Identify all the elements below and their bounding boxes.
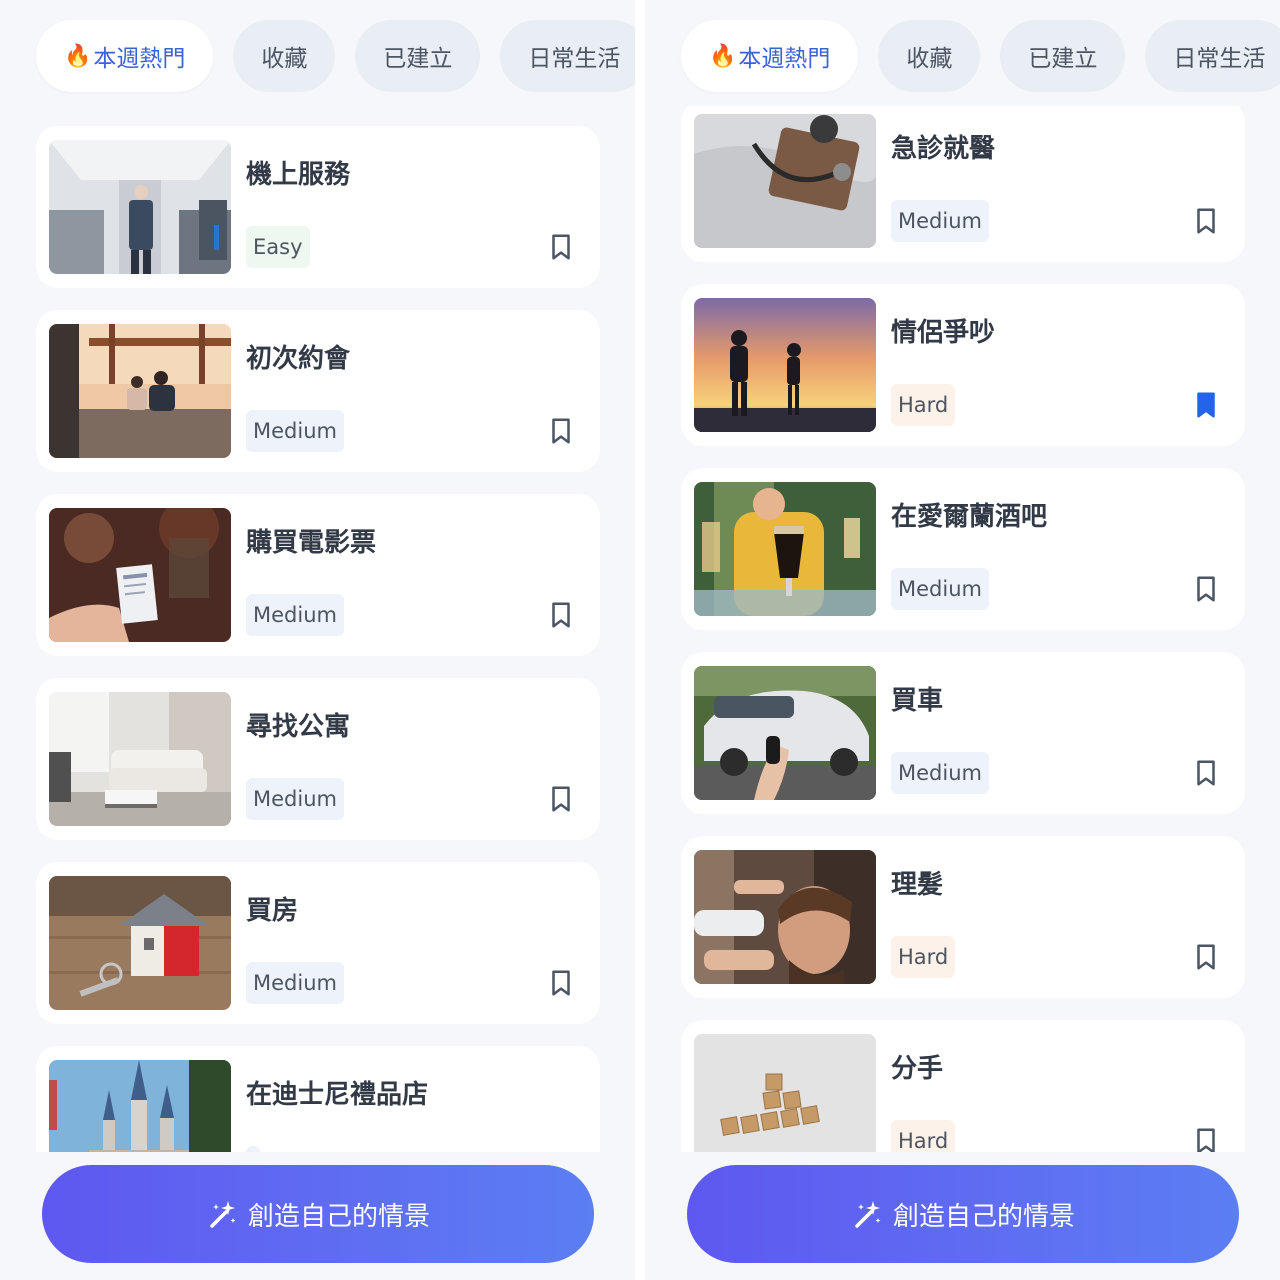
magic-wand-icon [855, 1201, 881, 1228]
difficulty-badge: Medium [246, 594, 344, 636]
living-room-photo [49, 692, 231, 826]
card-title: 理髮 [891, 870, 944, 900]
category-tabs: 🔥 本週熱門 收藏 已建立 日常生活 [681, 20, 1280, 92]
couple-bridge-photo [49, 324, 231, 458]
card-title: 初次約會 [246, 344, 351, 374]
couple-sunset-photo [694, 298, 876, 432]
magic-wand-icon [210, 1201, 236, 1228]
difficulty-badge: Medium [246, 778, 344, 820]
difficulty-badge: Easy [246, 226, 310, 268]
scenario-card[interactable]: 在愛爾蘭酒吧 Medium [681, 468, 1245, 630]
barber-photo [694, 850, 876, 984]
tab-weekly-hot[interactable]: 🔥 本週熱門 [36, 20, 214, 92]
scenario-list: 機上服務 Easy 初次約會 Medium 購買電影票 Medium 尋找公寓 … [0, 106, 635, 1152]
bookmark-icon[interactable] [546, 968, 576, 998]
card-title: 分手 [891, 1054, 944, 1084]
scenario-list: 急診就醫 Medium 情侶爭吵 Hard 在愛爾蘭酒吧 Medium 買車 M… [645, 106, 1280, 1152]
bookmark-icon[interactable] [1191, 942, 1221, 972]
tab-daily-life[interactable]: 日常生活 [500, 20, 635, 92]
create-scenario-label: 創造自己的情景 [247, 1201, 430, 1232]
scenario-card[interactable]: 情侶爭吵 Hard [681, 284, 1245, 446]
difficulty-badge: Hard [891, 1120, 956, 1152]
scenario-card[interactable]: 機上服務 Easy [36, 126, 600, 288]
scenario-card[interactable]: 理髮 Hard [681, 836, 1245, 998]
difficulty-badge: Medium [246, 410, 344, 452]
card-title: 情侶爭吵 [891, 318, 996, 348]
bookmark-filled-icon[interactable] [1191, 390, 1221, 420]
scenario-card[interactable]: 急診就醫 Medium [681, 106, 1245, 262]
category-tabs: 🔥 本週熱門 收藏 已建立 日常生活 [36, 20, 635, 92]
screen-divider [635, 0, 645, 1280]
movie-ticket-photo [49, 508, 231, 642]
scenario-card[interactable]: 在迪士尼禮品店 [36, 1046, 600, 1152]
bookmark-icon[interactable] [546, 784, 576, 814]
difficulty-badge [246, 1146, 260, 1152]
bookmark-icon[interactable] [1191, 206, 1221, 236]
bookmark-icon[interactable] [1191, 1126, 1221, 1152]
difficulty-badge: Hard [891, 384, 956, 426]
bookmark-icon[interactable] [546, 232, 576, 262]
create-scenario-label: 創造自己的情景 [892, 1201, 1075, 1232]
bookmark-icon[interactable] [546, 416, 576, 446]
castle-photo [49, 1060, 231, 1152]
stethoscope-photo [694, 114, 876, 248]
create-scenario-button[interactable]: 創造自己的情景 [42, 1165, 594, 1263]
difficulty-badge: Medium [246, 962, 344, 1004]
scenario-card[interactable]: 初次約會 Medium [36, 310, 600, 472]
card-title: 在愛爾蘭酒吧 [891, 502, 1048, 532]
car-key-photo [694, 666, 876, 800]
scenario-card[interactable]: 分手 Hard [681, 1020, 1245, 1152]
right-screen: 🔥 本週熱門 收藏 已建立 日常生活 急診就醫 Medium 情侶爭吵 Hard… [645, 0, 1280, 1280]
tab-weekly-hot[interactable]: 🔥 本週熱門 [681, 20, 859, 92]
airplane-cabin-photo [49, 140, 231, 274]
create-scenario-button[interactable]: 創造自己的情景 [687, 1165, 1239, 1263]
fire-icon: 🔥 [64, 43, 92, 69]
house-keys-photo [49, 876, 231, 1010]
scenario-card[interactable]: 尋找公寓 Medium [36, 678, 600, 840]
card-title: 買房 [246, 896, 299, 926]
difficulty-badge: Medium [891, 752, 989, 794]
card-title: 尋找公寓 [246, 712, 351, 742]
bookmark-icon[interactable] [1191, 758, 1221, 788]
card-title: 買車 [891, 686, 944, 716]
tab-daily-life[interactable]: 日常生活 [1145, 20, 1280, 92]
tab-created[interactable]: 已建立 [1000, 20, 1126, 92]
left-screen: 🔥 本週熱門 收藏 已建立 日常生活 機上服務 Easy 初次約會 Medium… [0, 0, 635, 1280]
difficulty-badge: Hard [891, 936, 956, 978]
scenario-card[interactable]: 買房 Medium [36, 862, 600, 1024]
card-title: 購買電影票 [246, 528, 377, 558]
tab-favorites[interactable]: 收藏 [233, 20, 336, 92]
tab-favorites[interactable]: 收藏 [878, 20, 981, 92]
scrabble-sorry-photo [694, 1034, 876, 1152]
bookmark-icon[interactable] [1191, 574, 1221, 604]
beer-glasses-photo [694, 482, 876, 616]
bookmark-icon[interactable] [546, 600, 576, 630]
scenario-card[interactable]: 購買電影票 Medium [36, 494, 600, 656]
card-title: 在迪士尼禮品店 [246, 1080, 429, 1110]
difficulty-badge: Medium [891, 568, 989, 610]
tab-created[interactable]: 已建立 [355, 20, 481, 92]
card-title: 機上服務 [246, 160, 351, 190]
difficulty-badge: Medium [891, 200, 989, 242]
fire-icon: 🔥 [709, 43, 737, 69]
scenario-card[interactable]: 買車 Medium [681, 652, 1245, 814]
card-title: 急診就醫 [891, 134, 996, 164]
